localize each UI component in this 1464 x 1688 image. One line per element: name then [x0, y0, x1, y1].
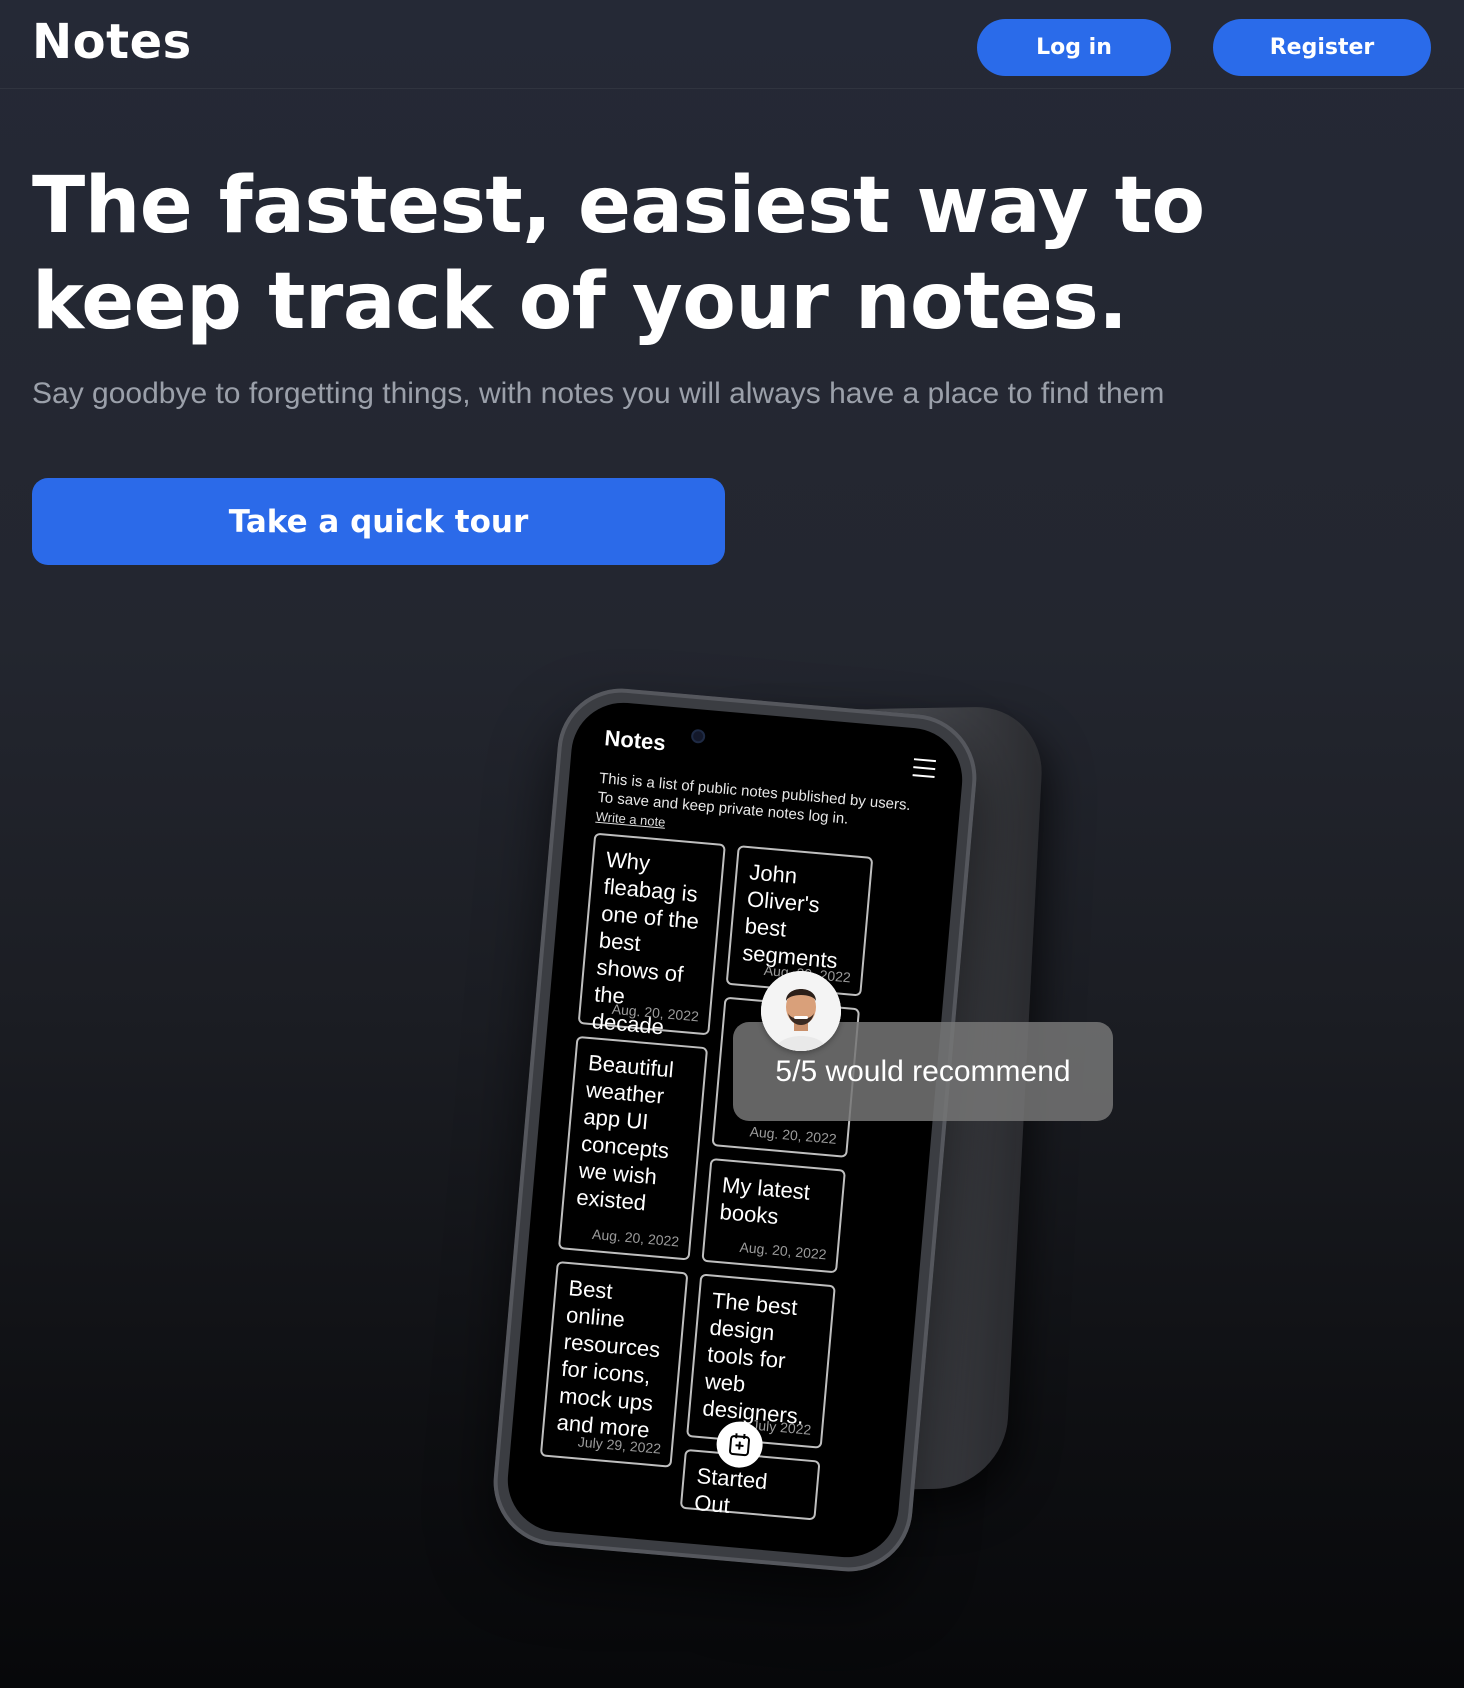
- note-date: Aug. 20, 2022: [738, 1238, 828, 1263]
- note-title: Best online resources for icons, mock up…: [555, 1275, 662, 1443]
- note-title: Started Out: [693, 1463, 769, 1518]
- review-text: 5/5 would recommend: [775, 1054, 1071, 1088]
- note-date: Aug. 20, 2022: [591, 1225, 680, 1250]
- note-card[interactable]: My latest books Aug. 20, 2022: [701, 1157, 846, 1274]
- note-card[interactable]: Why fleabag is one of the best shows of …: [577, 832, 726, 1039]
- note-title: John Oliver's best segments: [741, 859, 839, 974]
- app-title: Notes: [603, 725, 667, 756]
- phone-body: Notes This is a list of public notes pub…: [488, 683, 982, 1577]
- note-card[interactable]: Best online resources for icons, mock up…: [539, 1260, 689, 1468]
- top-navbar: Notes Log in Register: [0, 0, 1464, 89]
- add-note-icon: [729, 1433, 751, 1457]
- camera-icon: [690, 728, 706, 744]
- quick-tour-button[interactable]: Take a quick tour: [32, 478, 725, 565]
- write-note-link[interactable]: Write a note: [595, 809, 666, 830]
- reviewer-avatar: [761, 971, 841, 1051]
- note-card[interactable]: Beautiful weather app UI concepts we wis…: [557, 1035, 709, 1261]
- hero-title: The fastest, easiest way to keep track o…: [32, 161, 1205, 347]
- phone-mockup: Notes This is a list of public notes pub…: [488, 683, 1046, 1577]
- login-button[interactable]: Log in: [977, 19, 1171, 76]
- note-date: Aug. 20, 2022: [749, 1123, 838, 1147]
- note-title: My latest books: [718, 1172, 811, 1230]
- phone-screen: Notes This is a list of public notes pub…: [503, 698, 967, 1562]
- register-button[interactable]: Register: [1213, 19, 1431, 76]
- note-title: Beautiful weather app UI concepts we wis…: [575, 1050, 675, 1216]
- note-title: The best design tools for web designers.: [701, 1287, 805, 1430]
- note-card[interactable]: The best design tools for web designers.…: [686, 1273, 836, 1449]
- brand-logo[interactable]: Notes: [32, 14, 192, 70]
- hero-subtitle: Say goodbye to forgetting things, with n…: [32, 377, 1165, 410]
- hamburger-menu-icon[interactable]: [912, 758, 937, 784]
- person-icon: [761, 971, 841, 1051]
